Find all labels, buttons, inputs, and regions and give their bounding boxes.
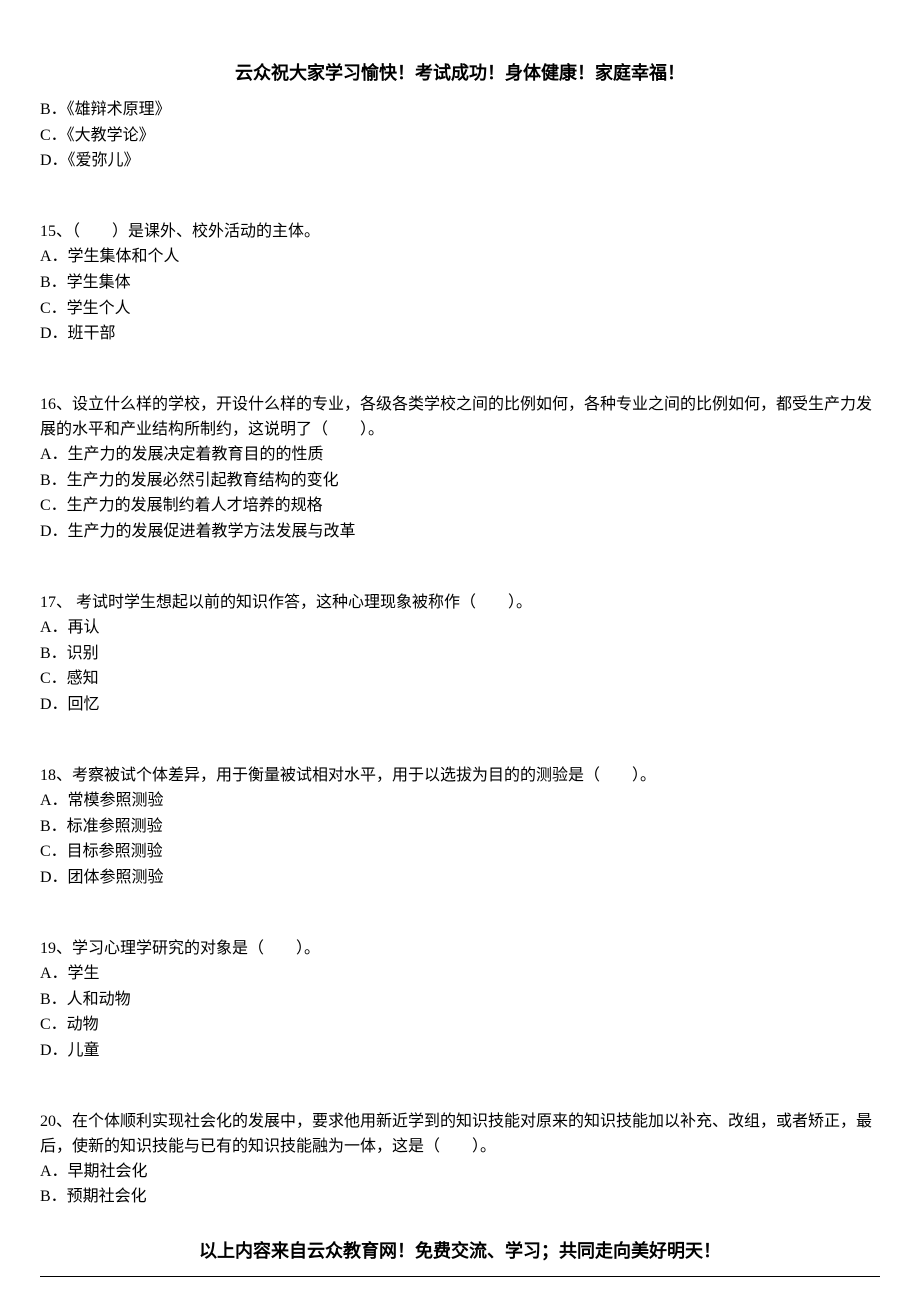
option-c: C．目标参照测验 (40, 840, 880, 865)
option-c: C．动物 (40, 1013, 880, 1038)
option-a: A．早期社会化 (40, 1160, 880, 1185)
option-d: D．儿童 (40, 1039, 880, 1064)
page-header: 云众祝大家学习愉快！考试成功！身体健康！家庭幸福！ (40, 60, 880, 88)
option-c: C．学生个人 (40, 297, 880, 322)
option-d: D．团体参照测验 (40, 866, 880, 891)
question-stem: 16、设立什么样的学校，开设什么样的专业，各级各类学校之间的比例如何，各种专业之… (40, 393, 880, 443)
option-c: C．生产力的发展制约着人才培养的规格 (40, 494, 880, 519)
option-d: D．《爱弥儿》 (40, 149, 880, 174)
question-stem: 20、在个体顺利实现社会化的发展中，要求他用新近学到的知识技能对原来的知识技能加… (40, 1110, 880, 1160)
option-c: C．《大教学论》 (40, 124, 880, 149)
question-stem: 19、学习心理学研究的对象是（ ）。 (40, 937, 880, 962)
option-d: D．班干部 (40, 322, 880, 347)
question-stem: 17、 考试时学生想起以前的知识作答，这种心理现象被称作（ ）。 (40, 591, 880, 616)
question-16: 16、设立什么样的学校，开设什么样的专业，各级各类学校之间的比例如何，各种专业之… (40, 393, 880, 545)
option-a: A．学生 (40, 962, 880, 987)
option-a: A．学生集体和个人 (40, 245, 880, 270)
question-18: 18、考察被试个体差异，用于衡量被试相对水平，用于以选拔为目的的测验是（ ）。 … (40, 764, 880, 891)
page-footer: 以上内容来自云众教育网！免费交流、学习；共同走向美好明天！ (0, 1238, 920, 1266)
option-b: B．《雄辩术原理》 (40, 98, 880, 123)
option-b: B．生产力的发展必然引起教育结构的变化 (40, 469, 880, 494)
question-19: 19、学习心理学研究的对象是（ ）。 A．学生 B．人和动物 C．动物 D．儿童 (40, 937, 880, 1064)
footer-divider (40, 1276, 880, 1277)
prev-question-options: B．《雄辩术原理》 C．《大教学论》 D．《爱弥儿》 (40, 98, 880, 174)
question-20: 20、在个体顺利实现社会化的发展中，要求他用新近学到的知识技能对原来的知识技能加… (40, 1110, 880, 1210)
option-b: B．学生集体 (40, 271, 880, 296)
option-b: B．识别 (40, 642, 880, 667)
option-b: B．标准参照测验 (40, 815, 880, 840)
question-stem: 18、考察被试个体差异，用于衡量被试相对水平，用于以选拔为目的的测验是（ ）。 (40, 764, 880, 789)
option-c: C．感知 (40, 667, 880, 692)
option-b: B．预期社会化 (40, 1185, 880, 1210)
question-17: 17、 考试时学生想起以前的知识作答，这种心理现象被称作（ ）。 A．再认 B．… (40, 591, 880, 718)
question-stem: 15、（ ）是课外、校外活动的主体。 (40, 220, 880, 245)
option-a: A．常模参照测验 (40, 789, 880, 814)
option-b: B．人和动物 (40, 988, 880, 1013)
option-d: D．生产力的发展促进着教学方法发展与改革 (40, 520, 880, 545)
option-a: A．再认 (40, 616, 880, 641)
option-d: D．回忆 (40, 693, 880, 718)
question-15: 15、（ ）是课外、校外活动的主体。 A．学生集体和个人 B．学生集体 C．学生… (40, 220, 880, 347)
option-a: A．生产力的发展决定着教育目的的性质 (40, 443, 880, 468)
